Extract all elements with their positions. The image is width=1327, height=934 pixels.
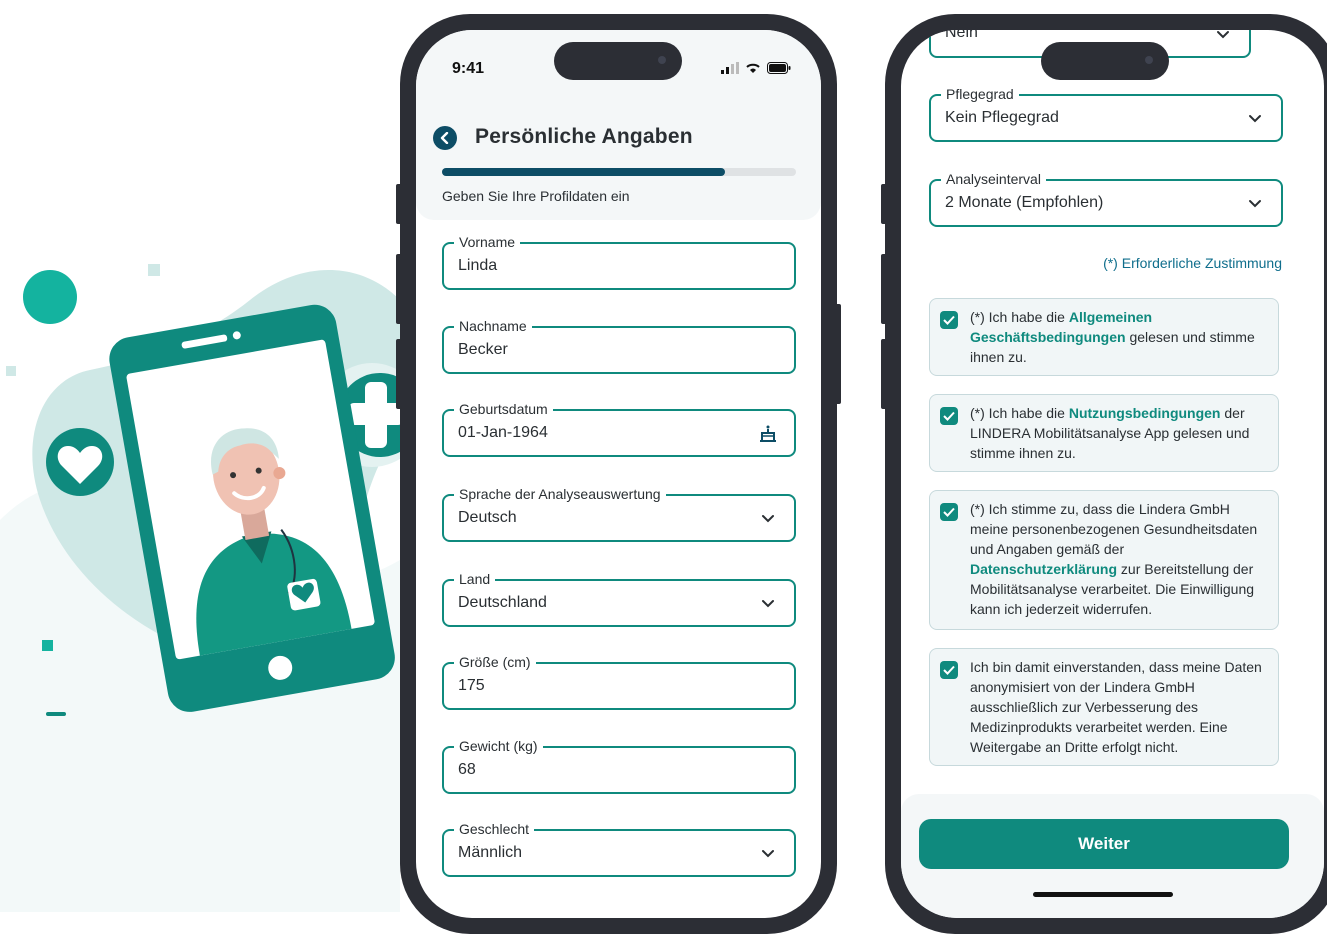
- signal-icon: [721, 62, 739, 74]
- phone-consents: Nein Pflegegrad Kein Pflegegrad Analysei…: [881, 14, 1327, 934]
- chevron-down-icon: [762, 600, 774, 608]
- field-label: Land: [454, 571, 496, 587]
- analysis-interval-select[interactable]: Analyseinterval 2 Monate (Empfohlen): [929, 171, 1283, 227]
- consent-item-usage[interactable]: (*) Ich habe die Nutzungsbedingungen der…: [929, 394, 1279, 472]
- consent-item-privacy[interactable]: (*) Ich stimme zu, dass die Lindera GmbH…: [929, 490, 1279, 630]
- care-level-select[interactable]: Pflegegrad Kein Pflegegrad: [929, 86, 1283, 142]
- check-icon: [943, 507, 955, 517]
- checkbox[interactable]: [940, 311, 958, 329]
- consent-text: Ich bin damit einverstanden, dass meine …: [970, 659, 1262, 755]
- birthday-cake-icon[interactable]: [758, 423, 778, 443]
- checkbox[interactable]: [940, 661, 958, 679]
- consent-text: (*) Ich habe die Nutzungsbedingungen der…: [970, 405, 1250, 461]
- field-value: Linda: [458, 257, 498, 274]
- birthdate-field[interactable]: Geburtsdatum 01-Jan-1964: [442, 401, 796, 457]
- field-value: 68: [458, 761, 476, 778]
- gender-select[interactable]: Geschlecht Männlich: [442, 821, 796, 877]
- field-value: 175: [458, 677, 485, 694]
- chevron-down-icon: [1249, 200, 1261, 208]
- consent-text: (*) Ich stimme zu, dass die Lindera GmbH…: [970, 501, 1258, 617]
- check-icon: [943, 411, 955, 421]
- progress-bar: [442, 168, 796, 176]
- status-time: 9:41: [452, 60, 485, 77]
- continue-button[interactable]: Weiter: [919, 819, 1289, 869]
- field-label: Analyseinterval: [941, 171, 1046, 187]
- checkbox[interactable]: [940, 503, 958, 521]
- consent-item-anonymized[interactable]: Ich bin damit einverstanden, dass meine …: [929, 648, 1279, 766]
- check-icon: [943, 665, 955, 675]
- doctor-illustration: [0, 264, 400, 912]
- field-value: Kein Pflegegrad: [945, 109, 1059, 126]
- chevron-down-icon: [762, 850, 774, 858]
- screen: Nein Pflegegrad Kein Pflegegrad Analysei…: [901, 30, 1324, 918]
- field-value: Männlich: [458, 844, 523, 861]
- field-label: Größe (cm): [454, 654, 536, 670]
- dynamic-island: [1041, 42, 1169, 80]
- field-value: Deutsch: [458, 509, 517, 526]
- last-name-field[interactable]: Nachname Becker: [442, 318, 796, 374]
- consent-item-terms[interactable]: (*) Ich habe die Allgemeinen Geschäftsbe…: [929, 298, 1279, 376]
- chevron-left-icon: [440, 132, 449, 144]
- field-value: 01-Jan-1964: [458, 424, 548, 441]
- progress-fill: [442, 168, 726, 176]
- first-name-field[interactable]: Vorname Linda: [442, 234, 796, 290]
- screen: 9:41 Persönliche Angaben Geben Sie Ihre …: [416, 30, 821, 918]
- field-label: Geburtsdatum: [454, 401, 553, 417]
- dynamic-island: [554, 42, 682, 80]
- field-value: Nein: [945, 30, 978, 41]
- chevron-down-icon: [762, 515, 774, 523]
- field-label: Nachname: [454, 318, 532, 334]
- field-label: Pflegegrad: [941, 86, 1019, 102]
- language-select[interactable]: Sprache der Analyseauswertung Deutsch: [442, 486, 796, 542]
- field-value: 2 Monate (Empfohlen): [945, 194, 1104, 211]
- required-consent-note: (*) Erforderliche Zustimmung: [1103, 255, 1282, 271]
- field-label: Geschlecht: [454, 821, 535, 837]
- privacy-policy-link[interactable]: Datenschutzerklärung: [970, 561, 1117, 577]
- checkbox[interactable]: [940, 407, 958, 425]
- usage-terms-link[interactable]: Nutzungsbedingungen: [1069, 405, 1221, 421]
- chevron-down-icon: [1217, 31, 1229, 39]
- country-select[interactable]: Land Deutschland: [442, 571, 796, 627]
- height-field[interactable]: Größe (cm) 175: [442, 654, 796, 710]
- weight-field[interactable]: Gewicht (kg) 68: [442, 738, 796, 794]
- battery-icon: [767, 62, 791, 74]
- home-indicator: [1033, 892, 1173, 897]
- field-value: Deutschland: [458, 594, 547, 611]
- consent-text: (*) Ich habe die Allgemeinen Geschäftsbe…: [970, 309, 1255, 365]
- wifi-icon: [746, 63, 760, 73]
- field-label: Vorname: [454, 234, 521, 250]
- field-label: Sprache der Analyseauswertung: [454, 486, 666, 502]
- field-value: Becker: [458, 341, 508, 358]
- page-subtitle: Geben Sie Ihre Profildaten ein: [442, 188, 630, 204]
- chevron-down-icon: [1249, 115, 1261, 123]
- check-icon: [943, 315, 955, 325]
- phone-personal-data: 9:41 Persönliche Angaben Geben Sie Ihre …: [396, 14, 841, 934]
- back-button[interactable]: [433, 126, 457, 150]
- field-label: Gewicht (kg): [454, 738, 543, 754]
- page-title: Persönliche Angaben: [475, 125, 693, 148]
